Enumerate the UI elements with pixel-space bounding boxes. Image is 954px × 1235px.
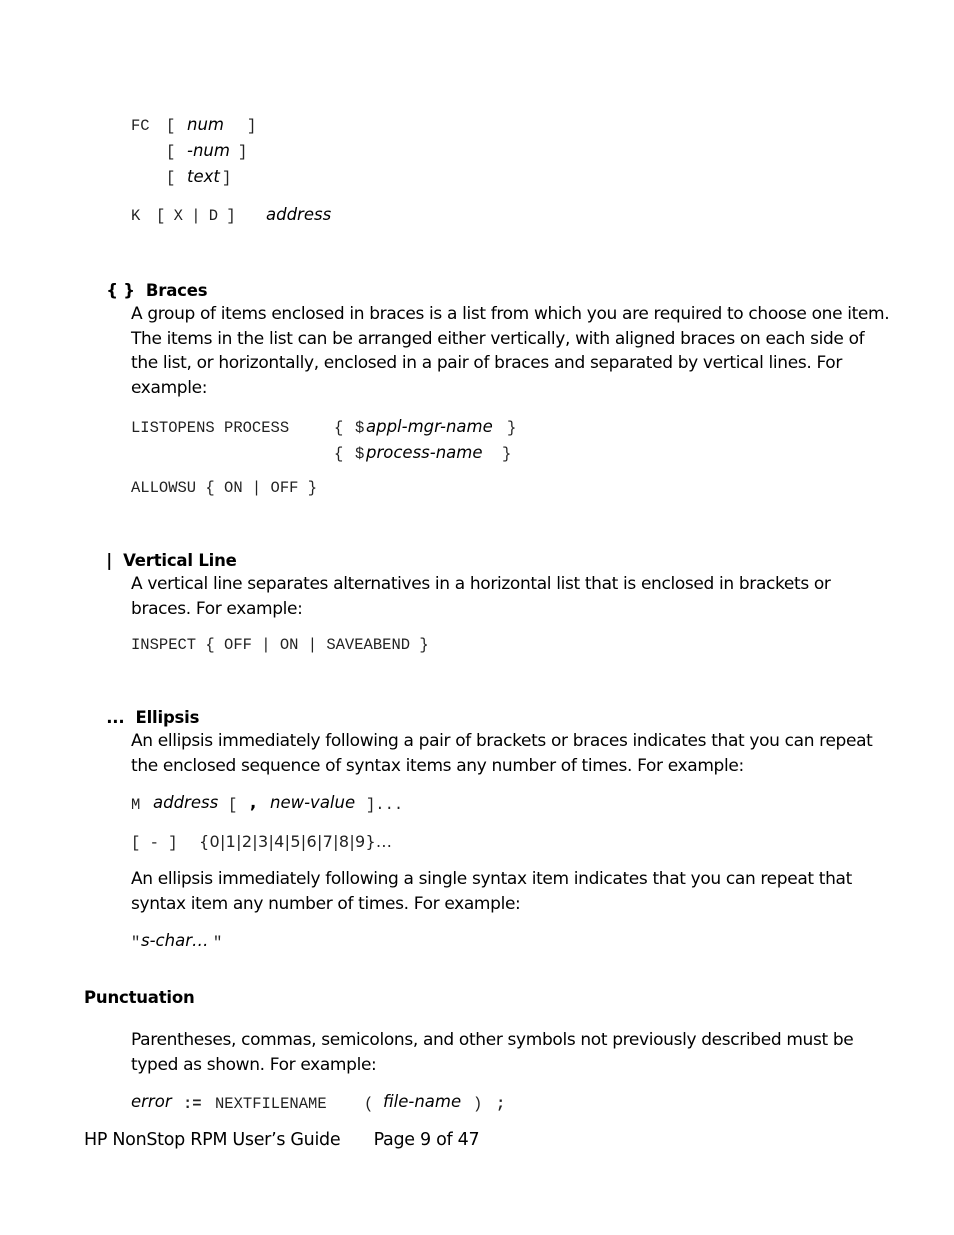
comma: , — [250, 793, 257, 812]
fc-arg-num: num — [187, 115, 224, 134]
arg-address: address — [153, 793, 219, 812]
quote-open: " — [131, 934, 141, 952]
semicolon: ; — [496, 1095, 506, 1113]
punctuation-description: Parentheses, commas, semicolons, and oth… — [131, 1030, 854, 1075]
ellipsis-symbol: ... — [106, 708, 125, 727]
arg-new-value: new-value — [270, 793, 356, 812]
paren-open: ( — [364, 1095, 374, 1113]
vertical-line-title: Vertical Line — [123, 551, 237, 570]
braces-symbol: { } — [106, 281, 135, 300]
arg-s-char: s-char… — [141, 931, 209, 950]
paren-close: ) — [473, 1095, 483, 1113]
ellipsis-title: Ellipsis — [135, 708, 200, 727]
footer-page-number: Page 9 of 47 — [373, 1130, 480, 1150]
dollar-sign: $ — [355, 445, 365, 463]
k-bracket-expr: [ X | D ] — [156, 207, 236, 225]
brace-open: { — [334, 445, 344, 463]
bracket-open: [ — [166, 169, 176, 187]
allowsu-example: ALLOWSU { ON | OFF } — [131, 479, 318, 497]
arg-appl-mgr-name: appl-mgr-name — [366, 417, 493, 436]
bracket-close: ] — [238, 143, 248, 161]
fc-keyword: FC — [131, 117, 150, 135]
braces-description: A group of items enclosed in braces is a… — [131, 304, 890, 398]
brace-close: } — [502, 445, 512, 463]
arg-file-name: file-name — [383, 1092, 462, 1111]
bracket-open: [ — [166, 117, 176, 135]
arg-process-name: process-name — [366, 443, 483, 462]
vertical-line-description: A vertical line separates alternatives i… — [131, 574, 831, 619]
punctuation-title: Punctuation — [84, 988, 195, 1007]
inspect-example: INSPECT { OFF | ON | SAVEABEND } — [131, 636, 429, 654]
fc-arg-neg-num: -num — [187, 141, 230, 160]
brace-close: } — [507, 419, 517, 437]
brace-open: { — [334, 419, 344, 437]
bracket-close: ] — [222, 169, 232, 187]
vertical-line-symbol: | — [106, 551, 113, 570]
braces-title: Braces — [145, 281, 208, 300]
ellipsis-description-2: An ellipsis immediately following a sing… — [131, 869, 852, 914]
ellipsis-description-1: An ellipsis immediately following a pair… — [131, 731, 873, 776]
k-arg-address: address — [266, 205, 332, 224]
footer-doc-title: HP NonStop RPM User’s Guide — [84, 1130, 341, 1150]
m-keyword: M — [131, 796, 141, 814]
bracket-close-ellipsis: ]... — [366, 796, 404, 814]
bracket-open: [ — [228, 796, 238, 814]
k-keyword: K — [131, 207, 141, 225]
quote-close: " — [213, 934, 223, 952]
fc-arg-text: text — [187, 167, 220, 186]
nextfilename-keyword: NEXTFILENAME — [215, 1095, 327, 1113]
bracket-open: [ — [166, 143, 176, 161]
optional-minus: [ - ] — [131, 834, 178, 852]
listopens-prefix: LISTOPENS PROCESS — [131, 419, 290, 437]
assign-operator: := — [183, 1095, 202, 1113]
digit-set: {0|1|2|3|4|5|6|7|8|9}... — [199, 832, 393, 851]
arg-error: error — [131, 1092, 172, 1111]
dollar-sign: $ — [355, 419, 365, 437]
bracket-close: ] — [247, 117, 257, 135]
page-footer: HP NonStop RPM User’s Guide Page 9 of 47 — [84, 1130, 480, 1150]
